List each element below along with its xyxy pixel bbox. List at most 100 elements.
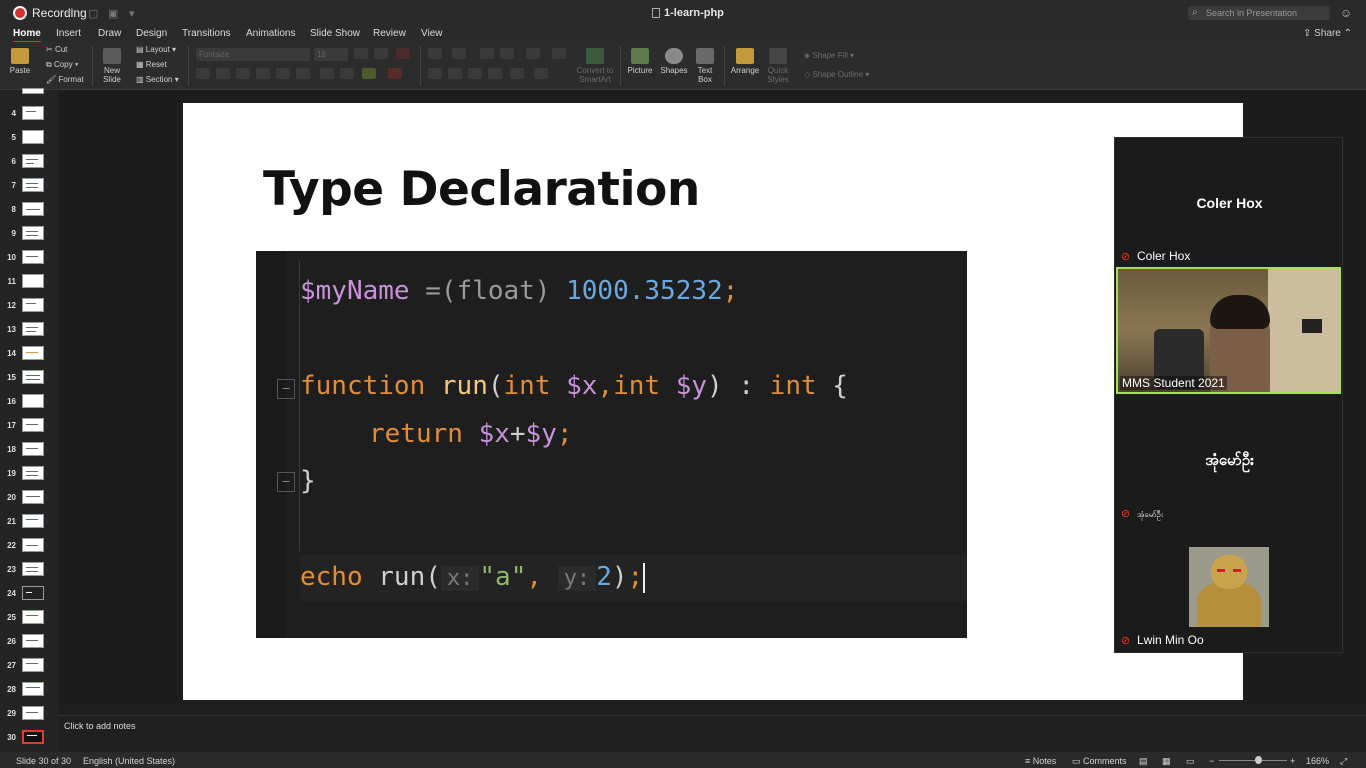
slide-thumbnail[interactable]: 7 <box>0 175 58 199</box>
align-left-icon[interactable] <box>428 68 442 79</box>
slide-thumbnail[interactable]: 4 <box>0 103 58 127</box>
slide-thumbnail-selected[interactable]: 30 <box>0 727 58 751</box>
grow-font-icon[interactable] <box>354 48 368 59</box>
subscript-icon[interactable] <box>276 68 290 79</box>
notes-toggle[interactable]: ≡ Notes <box>1025 756 1056 766</box>
undo-icon[interactable]: ↶ <box>66 7 75 20</box>
arrange-button[interactable]: Arrange <box>730 48 760 75</box>
shape-fill-button[interactable]: ◈ Shape Fill ▾ <box>804 51 854 60</box>
reset-button[interactable]: ▦ Reset <box>136 60 167 69</box>
slide-thumbnail[interactable]: 17 <box>0 415 58 439</box>
slide-thumbnail[interactable]: 25 <box>0 607 58 631</box>
new-slide-button[interactable]: New Slide <box>98 48 126 84</box>
copy-button[interactable]: ⧉ Copy ▾ <box>46 60 78 70</box>
slide-thumbnail[interactable]: 20 <box>0 487 58 511</box>
convert-smartart-button[interactable]: Convert to SmartArt <box>576 48 614 84</box>
columns-icon[interactable] <box>552 48 566 59</box>
tab-insert[interactable]: Insert <box>56 28 81 39</box>
section-button[interactable]: ▥ Section ▾ <box>136 75 179 84</box>
slide-thumbnail[interactable]: 26 <box>0 631 58 655</box>
quick-styles-button[interactable]: Quick Styles <box>764 48 792 84</box>
char-spacing-icon[interactable] <box>320 68 334 79</box>
slide-thumbnail[interactable]: 21 <box>0 511 58 535</box>
code-screenshot[interactable]: − − $myName =(float) 1000.35232; functio… <box>256 251 967 638</box>
zoom-in-icon[interactable]: + <box>1290 756 1295 766</box>
slide-thumbnail[interactable]: 6 <box>0 151 58 175</box>
textbox-button[interactable]: Text Box <box>694 48 716 84</box>
save-icon[interactable]: ▣ <box>108 7 118 20</box>
slide-sorter-icon[interactable]: ▦ <box>1162 756 1171 767</box>
font-color-icon[interactable] <box>388 68 402 79</box>
bold-icon[interactable] <box>196 68 210 79</box>
slide-thumbnail[interactable]: 10 <box>0 247 58 271</box>
slide-thumbnail[interactable]: 14 <box>0 343 58 367</box>
slide-thumbnail[interactable]: 5 <box>0 127 58 151</box>
font-size-select[interactable]: 18 <box>314 48 348 61</box>
highlight-color-icon[interactable] <box>362 68 376 79</box>
underline-icon[interactable] <box>236 68 250 79</box>
tab-transitions[interactable]: Transitions <box>182 28 231 39</box>
tab-view[interactable]: View <box>421 28 443 39</box>
align-center-icon[interactable] <box>448 68 462 79</box>
reading-view-icon[interactable]: ▭ <box>1186 756 1195 767</box>
slide-thumbnail[interactable]: 27 <box>0 655 58 679</box>
paste-button[interactable]: Paste <box>8 48 32 75</box>
slide-thumbnail[interactable]: 24 <box>0 583 58 607</box>
customize-toolbar-icon[interactable]: ▾ <box>129 7 135 20</box>
italic-icon[interactable] <box>216 68 230 79</box>
tab-review[interactable]: Review <box>373 28 406 39</box>
zoom-out-icon[interactable]: − <box>1209 756 1214 766</box>
tab-slide-show[interactable]: Slide Show <box>310 28 360 39</box>
slide-thumbnail-panel[interactable]: 4 5 6 7 8 9 10 11 12 13 14 15 16 17 18 1… <box>0 88 58 752</box>
language-indicator[interactable]: English (United States) <box>83 756 175 766</box>
increase-indent-icon[interactable] <box>500 48 514 59</box>
shrink-font-icon[interactable] <box>374 48 388 59</box>
cut-button[interactable]: ✂ Cut <box>46 45 67 54</box>
align-right-icon[interactable] <box>468 68 482 79</box>
numbering-icon[interactable] <box>452 48 466 59</box>
shapes-button[interactable]: Shapes <box>660 48 688 75</box>
slide-thumbnail[interactable]: 28 <box>0 679 58 703</box>
slide-thumbnail[interactable]: 29 <box>0 703 58 727</box>
slide-thumbnail[interactable]: 11 <box>0 271 58 295</box>
slide-thumbnail[interactable]: 9 <box>0 223 58 247</box>
slide-thumbnail[interactable]: 22 <box>0 535 58 559</box>
zoom-slider-handle[interactable] <box>1255 756 1262 764</box>
font-name-select[interactable]: Fontsize <box>196 48 310 61</box>
feedback-icon[interactable]: ☺ <box>1340 6 1352 20</box>
line-spacing-icon[interactable] <box>526 48 540 59</box>
align-text-icon[interactable] <box>534 68 548 79</box>
zoom-level[interactable]: 166% <box>1306 756 1329 766</box>
slide-thumbnail[interactable]: 13 <box>0 319 58 343</box>
tab-design[interactable]: Design <box>136 28 167 39</box>
share-button[interactable]: ⇪ Share ⌃ <box>1303 28 1352 39</box>
layout-button[interactable]: ▤ Layout ▾ <box>136 45 176 54</box>
clear-format-icon[interactable] <box>396 48 410 59</box>
zoom-slider[interactable] <box>1219 760 1287 761</box>
slide-thumbnail[interactable]: 18 <box>0 439 58 463</box>
fit-to-window-icon[interactable]: ⤢ <box>1340 756 1347 767</box>
slide-title[interactable]: Type Declaration <box>263 162 700 217</box>
change-case-icon[interactable] <box>340 68 354 79</box>
tab-home[interactable]: Home <box>13 28 41 39</box>
superscript-icon[interactable] <box>296 68 310 79</box>
recording-icon[interactable] <box>13 6 27 20</box>
tab-animations[interactable]: Animations <box>246 28 295 39</box>
tab-draw[interactable]: Draw <box>98 28 121 39</box>
slide-thumbnail[interactable]: 23 <box>0 559 58 583</box>
justify-icon[interactable] <box>488 68 502 79</box>
decrease-indent-icon[interactable] <box>480 48 494 59</box>
format-painter-button[interactable]: 🖌 Format <box>46 75 84 84</box>
slide-thumbnail[interactable]: 12 <box>0 295 58 319</box>
text-direction-icon[interactable] <box>510 68 524 79</box>
slide-thumbnail[interactable]: 19 <box>0 463 58 487</box>
redo-icon[interactable]: ▢ <box>88 7 98 20</box>
slide-thumbnail[interactable] <box>22 88 44 94</box>
picture-button[interactable]: Picture <box>626 48 654 75</box>
active-speaker-video[interactable]: MMS Student 2021 <box>1116 267 1341 394</box>
notes-pane[interactable]: Click to add notes <box>58 715 1366 752</box>
shape-outline-button[interactable]: ◇ Shape Outline ▾ <box>804 70 869 79</box>
slide-thumbnail[interactable]: 8 <box>0 199 58 223</box>
bullets-icon[interactable] <box>428 48 442 59</box>
comments-toggle[interactable]: ▭ Comments <box>1072 756 1127 767</box>
